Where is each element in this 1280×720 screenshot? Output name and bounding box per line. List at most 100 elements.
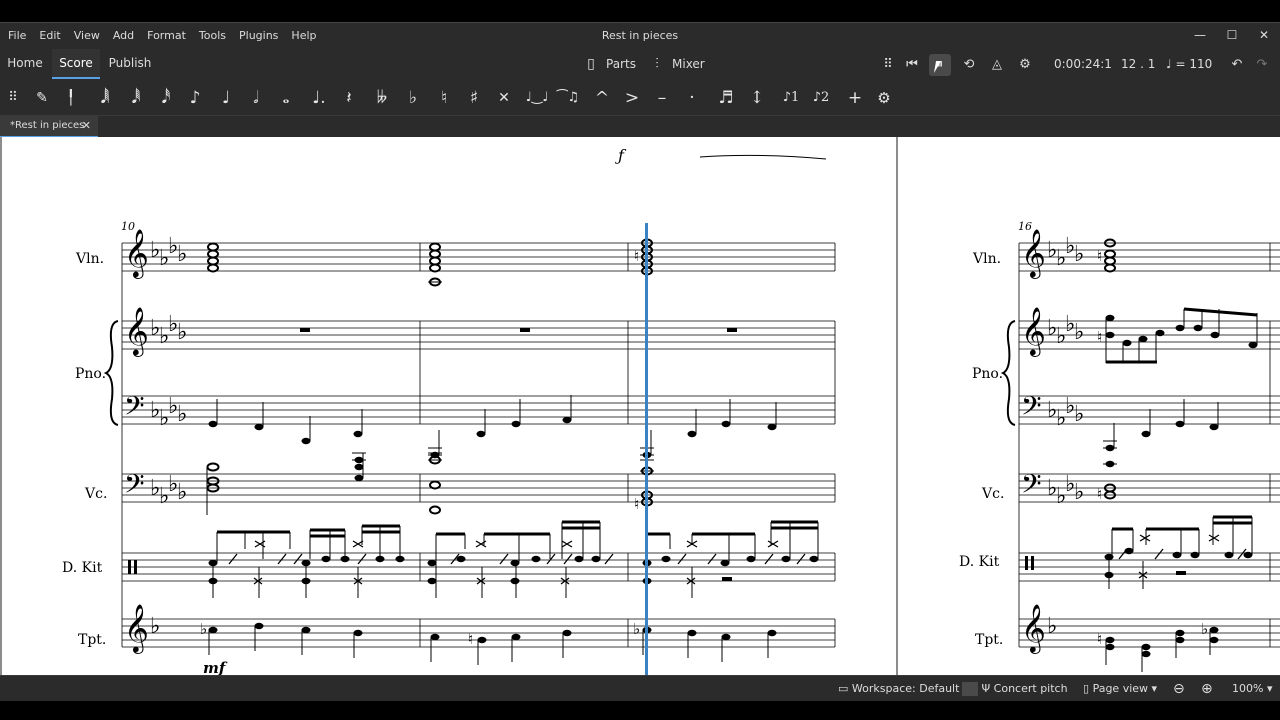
svg-text:♮: ♮ (1097, 328, 1102, 346)
dynamic-marking: mf (203, 659, 228, 675)
minimize-button[interactable]: — (1184, 23, 1216, 47)
redo-icon[interactable]: ↷ (1251, 54, 1273, 76)
tab-home[interactable]: Home (0, 49, 50, 79)
workspace-label: Workspace: Default (851, 682, 960, 695)
augmentation-dot-icon[interactable]: ♩. (306, 85, 332, 111)
flip-direction-icon[interactable]: ↕ (744, 85, 770, 111)
label-trumpet-2: Tpt. (975, 632, 1003, 648)
menu-view[interactable]: View (74, 29, 100, 42)
drag-handle-icon[interactable]: ⠿ (877, 54, 899, 76)
thirtysecond-note-icon[interactable]: 𝅘𝅥𝅱 (123, 85, 149, 111)
double-sharp-icon[interactable]: ✕ (491, 85, 517, 111)
svg-text:𝄞: 𝄞 (124, 228, 149, 279)
sixteenth-note-icon[interactable]: 𝅘𝅥𝅰 (153, 85, 179, 111)
measure-beat: 12 . 1 (1121, 57, 1156, 71)
add-icon[interactable]: + (842, 85, 868, 111)
zoom-chevron-icon: ▾ (1266, 682, 1273, 695)
voice-1-icon[interactable]: ♪1 (778, 85, 804, 111)
maximize-button[interactable]: ☐ (1216, 23, 1248, 47)
menu-tools[interactable]: Tools (199, 29, 226, 42)
sharp-icon[interactable]: ♯ (461, 85, 487, 111)
undo-icon[interactable]: ↶ (1226, 54, 1248, 76)
doc-tab-rest-in-pieces[interactable]: *Rest in pieces ✕ (0, 116, 98, 138)
tenuto-icon[interactable]: – (649, 85, 675, 111)
voice-2-icon[interactable]: ♪2 (808, 85, 834, 111)
label-violin-2: Vln. (972, 251, 1001, 267)
svg-text:𝄞: 𝄞 (124, 306, 149, 357)
tempo-readout: ♩ = 110 (1166, 49, 1212, 79)
menu-file[interactable]: File (8, 29, 26, 42)
menu-bar: File Edit View Add Format Tools Plugins … (0, 23, 330, 47)
parts-button[interactable]: ▯ Parts (582, 49, 636, 79)
tuplet-icon[interactable]: ♬ (713, 85, 739, 111)
svg-text:𝄞: 𝄞 (1021, 603, 1046, 654)
score-canvas[interactable]: ♭ ♭ ♭ ♭ ƒ 10 16 Vln. Pno. Vc. D. Kit Tpt… (0, 137, 1280, 675)
note-input-pen-icon[interactable]: ✎ (29, 85, 55, 111)
whole-note-icon[interactable]: 𝅝 (273, 85, 299, 111)
quarter-note-button-icon[interactable]: ♩ (213, 85, 239, 111)
sixtyfourth-note-icon[interactable]: 𝅘𝅥𝅲 (92, 85, 118, 111)
menu-edit[interactable]: Edit (39, 29, 60, 42)
natural-icon[interactable]: ♮ (431, 85, 457, 111)
svg-text:♭: ♭ (633, 620, 640, 638)
flat-icon[interactable]: ♭ (400, 85, 426, 111)
concert-pitch-label: Concert pitch (993, 682, 1068, 695)
staff-lines-right (1018, 242, 1280, 648)
menu-plugins[interactable]: Plugins (239, 29, 278, 42)
svg-text:♮: ♮ (634, 247, 639, 265)
parts-label: Parts (606, 57, 636, 71)
metronome-icon[interactable]: ◬ (986, 54, 1008, 76)
zoom-level[interactable]: 100% ▾ (1232, 676, 1272, 702)
title-bar: File Edit View Add Format Tools Plugins … (0, 23, 1280, 47)
quarter-note-icon: ♩ (1166, 57, 1172, 71)
input-mode-icon[interactable]: ╿ (58, 85, 84, 111)
tab-score[interactable]: Score (52, 49, 100, 79)
accent-icon[interactable]: > (619, 85, 645, 111)
svg-text:♮: ♮ (1097, 247, 1102, 265)
mixer-icon: ⫶ (655, 56, 659, 72)
rewind-icon[interactable]: ⏮ (901, 54, 923, 76)
page-view-icon: ▯ (1083, 682, 1090, 695)
svg-text:ƒ: ƒ (615, 146, 627, 165)
marcato-icon[interactable]: ^ (589, 85, 615, 111)
loop-icon[interactable]: ⟲ (958, 54, 980, 76)
concert-pitch-toggle[interactable]: Ψ Concert pitch (962, 676, 1068, 702)
svg-text:♮: ♮ (1097, 485, 1102, 503)
close-tab-icon[interactable]: ✕ (82, 116, 91, 136)
zoom-out-icon[interactable]: ⊖ (1173, 676, 1185, 702)
staccato-icon[interactable]: · (679, 85, 705, 111)
concert-pitch-checkbox[interactable] (962, 682, 978, 696)
label-piano-2: Pno. (972, 366, 1003, 382)
zoom-in-icon[interactable]: ⊕ (1201, 676, 1213, 702)
svg-text:𝄞: 𝄞 (1021, 306, 1046, 357)
menu-add[interactable]: Add (113, 29, 134, 42)
svg-text:𝄢: 𝄢 (124, 468, 145, 506)
mixer-button[interactable]: ⫶ Mixer (648, 49, 705, 79)
menu-format[interactable]: Format (147, 29, 186, 42)
tab-publish[interactable]: Publish (104, 49, 156, 79)
doc-tab-label: *Rest in pieces (10, 120, 85, 131)
staff-lines-left (121, 242, 836, 648)
eighth-note-icon[interactable]: ♪ (182, 85, 208, 111)
page-view-label: Page view (1092, 682, 1149, 695)
svg-text:𝄢: 𝄢 (124, 390, 145, 428)
page-view-selector[interactable]: ▯ Page view ▾ (1083, 676, 1157, 702)
toolbar-drag-handle-icon[interactable]: ⠿ (0, 85, 26, 111)
playback-settings-icon[interactable]: ⚙ (1014, 54, 1036, 76)
menu-help[interactable]: Help (291, 29, 316, 42)
svg-text:♮: ♮ (1097, 630, 1102, 648)
workspace-selector[interactable]: ▭ Workspace: Default (838, 676, 959, 702)
tie-icon[interactable]: ♩‿♩ (524, 85, 550, 111)
double-flat-icon[interactable]: 𝄫 (369, 85, 395, 111)
close-window-button[interactable]: ✕ (1248, 23, 1280, 47)
svg-text:𝄞: 𝄞 (124, 603, 149, 654)
window-controls: — ☐ ✕ (1184, 23, 1280, 47)
toolbar-settings-icon[interactable]: ⚙ (871, 85, 897, 111)
slur-icon[interactable]: ⁀♫ (555, 85, 581, 111)
rest-icon[interactable]: 𝄽 (336, 85, 362, 111)
svg-text:♭: ♭ (150, 614, 160, 639)
svg-text:♮: ♮ (634, 495, 639, 513)
svg-text:𝄢: 𝄢 (1021, 390, 1042, 428)
half-note-icon[interactable]: 𝅗𝅥 (243, 85, 269, 111)
label-piano: Pno. (75, 366, 106, 382)
